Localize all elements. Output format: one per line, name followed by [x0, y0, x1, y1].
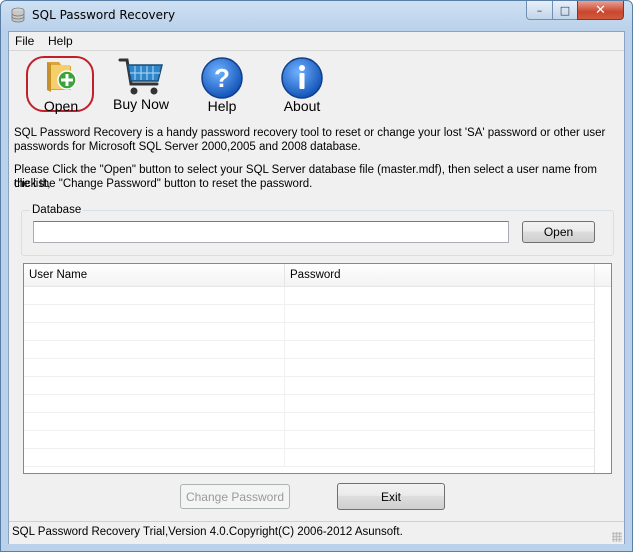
minimize-icon: – — [536, 3, 543, 17]
user-list-header: User Name Password — [24, 264, 611, 287]
database-path-input[interactable] — [33, 221, 509, 243]
resize-grip-icon[interactable] — [612, 532, 622, 542]
maximize-button[interactable]: □ — [552, 1, 578, 20]
column-password[interactable]: Password — [285, 264, 595, 286]
info-icon — [281, 57, 323, 99]
cart-icon — [118, 58, 163, 95]
toolbar-open-label: Open — [43, 98, 79, 114]
toolbar-buy-now-label: Buy Now — [112, 96, 170, 112]
menu-file[interactable]: File — [15, 34, 34, 48]
list-item — [24, 377, 595, 395]
toolbar-help-label: Help — [207, 98, 237, 114]
folder-add-icon — [47, 62, 77, 92]
user-list[interactable]: User Name Password — [23, 263, 612, 474]
status-text: SQL Password Recovery Trial,Version 4.0.… — [12, 526, 403, 538]
list-column-divider — [594, 287, 595, 473]
exit-button[interactable]: Exit — [337, 483, 445, 510]
status-bar: SQL Password Recovery Trial,Version 4.0.… — [9, 521, 624, 544]
database-group-label: Database — [30, 204, 84, 216]
svg-text:?: ? — [214, 63, 230, 93]
list-item — [24, 305, 595, 323]
client-area: File Help Open Buy Now ? Help About SQL … — [8, 31, 625, 544]
toolbar: Open Buy Now ? Help About — [9, 51, 624, 117]
list-item — [24, 287, 595, 305]
toolbar-open-button[interactable]: Open — [26, 54, 96, 114]
database-open-button[interactable]: Open — [522, 221, 595, 243]
menu-bar: File Help — [9, 32, 624, 51]
title-bar[interactable]: SQL Password Recovery – □ ✕ — [1, 1, 632, 31]
question-icon: ? — [201, 57, 243, 99]
toolbar-about-button[interactable]: About — [267, 54, 337, 114]
app-window: SQL Password Recovery – □ ✕ File Help Op… — [0, 0, 633, 552]
column-user-name[interactable]: User Name — [24, 264, 285, 286]
description-line-1: SQL Password Recovery is a handy passwor… — [14, 127, 606, 139]
list-item — [24, 449, 595, 467]
maximize-icon: □ — [559, 3, 571, 17]
list-item — [24, 323, 595, 341]
user-list-rows — [24, 287, 595, 467]
list-item — [24, 431, 595, 449]
description-line-4: click the "Change Password" button to re… — [14, 178, 313, 190]
list-item — [24, 413, 595, 431]
list-item — [24, 359, 595, 377]
toolbar-buy-now-button[interactable]: Buy Now — [106, 54, 176, 114]
window-title: SQL Password Recovery — [32, 8, 176, 22]
toolbar-about-label: About — [283, 98, 321, 114]
list-item — [24, 341, 595, 359]
close-icon: ✕ — [595, 2, 606, 18]
minimize-button[interactable]: – — [526, 1, 553, 20]
list-item — [24, 395, 595, 413]
description-line-2: passwords for Microsoft SQL Server 2000,… — [14, 141, 361, 153]
app-database-icon — [11, 7, 25, 23]
toolbar-help-button[interactable]: ? Help — [187, 54, 257, 114]
change-password-button[interactable]: Change Password — [180, 484, 290, 509]
menu-help[interactable]: Help — [48, 34, 73, 48]
close-button[interactable]: ✕ — [577, 1, 624, 20]
